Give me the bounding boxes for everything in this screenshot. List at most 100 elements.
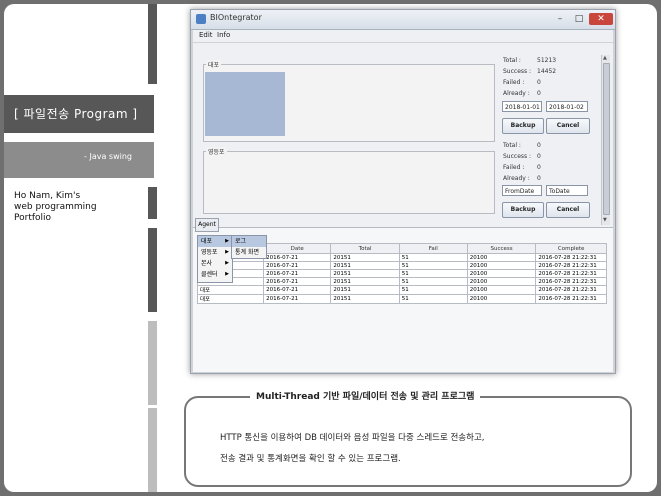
chevron-right-icon: ▶ xyxy=(225,260,229,266)
panel-yeongdeungpo-label: 영등포 xyxy=(206,147,227,156)
col-header-complete[interactable]: Complete xyxy=(535,243,607,254)
stat-already-value: 0 xyxy=(537,175,541,182)
cell-total: 20151 xyxy=(330,277,400,286)
table-row[interactable]: 대포 2016-07-21 20151 51 20100 2016-07-28 … xyxy=(196,294,607,304)
author-line: Portfolio xyxy=(14,213,52,223)
backup-button[interactable]: Backup xyxy=(502,202,544,218)
context-menu-item[interactable]: 클센터 ▶ xyxy=(198,269,232,280)
vertical-scrollbar[interactable]: ▲ ▼ xyxy=(601,55,610,225)
cell-date: 2016-07-21 xyxy=(263,253,332,262)
context-menu-label: 영등포 xyxy=(201,249,218,256)
decor-bar-top xyxy=(148,4,157,84)
stat-failed-label: Failed : xyxy=(503,164,525,171)
stat-failed-value: 0 xyxy=(537,164,541,171)
stat-already-value: 0 xyxy=(537,90,541,97)
stat-total-value: 51213 xyxy=(537,57,557,64)
description-body: HTTP 통신을 이용하여 DB 데이터와 음성 파일을 다중 스레드로 전송하… xyxy=(220,428,610,470)
menu-edit[interactable]: Edit xyxy=(199,31,213,39)
cell-fail: 51 xyxy=(398,261,468,270)
main-content: 대포 Total : 51213 Success : 14452 Failed … xyxy=(193,43,613,372)
cell-success: 20100 xyxy=(466,285,537,295)
minimize-button[interactable]: – xyxy=(551,13,569,25)
slide-title: [ 파일전송 Program ] xyxy=(4,95,154,133)
stat-already-label: Already : xyxy=(503,90,530,97)
backup-button[interactable]: Backup xyxy=(502,118,544,134)
cell-success: 20100 xyxy=(466,277,537,286)
author-line: Ho Nam, Kim's xyxy=(14,191,81,201)
agent-tab[interactable]: Agent xyxy=(195,218,219,232)
submenu-item-stats[interactable]: 통계 화면 xyxy=(232,247,266,258)
context-menu-item[interactable]: 대포 ▶ xyxy=(198,236,232,247)
cell-total: 20151 xyxy=(330,285,400,295)
context-menu-item[interactable]: 영등포 ▶ xyxy=(198,247,232,258)
stat-failed-label: Failed : xyxy=(503,79,525,86)
description-line: 전송 결과 및 통계화면을 확인 할 수 있는 프로그램. xyxy=(220,454,401,464)
close-button[interactable]: ✕ xyxy=(589,13,613,25)
cell-name: 대포 xyxy=(196,285,265,295)
scrollbar-thumb[interactable] xyxy=(603,63,610,215)
from-date-field[interactable]: FromDate xyxy=(502,185,542,196)
col-header-success[interactable]: Success xyxy=(466,243,537,254)
to-date-field[interactable]: 2018-01-02 xyxy=(546,101,588,112)
context-menu-item[interactable]: 본사 ▶ xyxy=(198,258,232,269)
slide-subtitle: - Java swing xyxy=(4,142,154,178)
submenu-item-log[interactable]: 로그 xyxy=(232,236,266,247)
decor-bar-mid xyxy=(148,187,157,219)
chevron-right-icon: ▶ xyxy=(225,238,229,244)
cancel-button[interactable]: Cancel xyxy=(546,118,590,134)
cell-fail: 51 xyxy=(398,269,468,278)
cell-complete: 2016-07-28 21:22:31 xyxy=(535,253,607,262)
col-header-fail[interactable]: Fail xyxy=(398,243,468,254)
stat-total-label: Total : xyxy=(503,57,521,64)
cell-date: 2016-07-21 xyxy=(263,277,332,286)
description-line: HTTP 통신을 이용하여 DB 데이터와 음성 파일을 다중 스레드로 전송하… xyxy=(220,433,485,443)
cell-date: 2016-07-21 xyxy=(263,269,332,278)
context-menu-label: 클센터 xyxy=(201,271,218,278)
scroll-down-icon[interactable]: ▼ xyxy=(603,217,607,223)
cell-complete: 2016-07-28 21:22:31 xyxy=(535,277,607,286)
table-row[interactable]: 대포 2016-07-21 20151 51 20100 2016-07-28 … xyxy=(196,285,607,295)
panel-daepo xyxy=(203,64,495,142)
stat-success-value: 14452 xyxy=(537,68,557,75)
scroll-up-icon[interactable]: ▲ xyxy=(603,55,607,61)
cell-total: 20151 xyxy=(330,253,400,262)
table-row[interactable]: 2016-07-21 20151 51 20100 2016-07-28 21:… xyxy=(196,261,607,270)
cell-success: 20100 xyxy=(466,294,537,304)
panel-yeongdeungpo xyxy=(203,151,495,214)
col-header-date[interactable]: Date xyxy=(263,243,332,254)
stat-already-label: Already : xyxy=(503,175,530,182)
cell-name: 대포 xyxy=(196,294,265,304)
stat-success-label: Success : xyxy=(503,68,532,75)
panel-daepo-label: 대포 xyxy=(206,60,222,69)
stat-success-label: Success : xyxy=(503,153,532,160)
stat-success-value: 0 xyxy=(537,153,541,160)
cell-fail: 51 xyxy=(398,253,468,262)
title-bar: BIOntegrator – □ ✕ xyxy=(191,10,615,30)
cell-success: 20100 xyxy=(466,253,537,262)
description-heading: Multi-Thread 기반 파일/데이터 전송 및 관리 프로그램 xyxy=(250,389,481,402)
app-title: BIOntegrator xyxy=(210,13,262,22)
cell-fail: 51 xyxy=(398,294,468,304)
from-date-field[interactable]: 2018-01-01 xyxy=(502,101,542,112)
maximize-button[interactable]: □ xyxy=(570,13,588,25)
cell-total: 20151 xyxy=(330,269,400,278)
cell-date: 2016-07-21 xyxy=(263,285,332,295)
table-row[interactable]: 2016-07-21 20151 51 20100 2016-07-28 21:… xyxy=(196,269,607,278)
cell-date: 2016-07-21 xyxy=(263,294,332,304)
cell-complete: 2016-07-28 21:22:31 xyxy=(535,261,607,270)
menu-bar: Edit Info xyxy=(193,30,613,42)
to-date-field[interactable]: ToDate xyxy=(546,185,588,196)
cell-date: 2016-07-21 xyxy=(263,261,332,270)
author-text: Ho Nam, Kim's web programming Portfolio xyxy=(14,191,97,224)
chevron-right-icon: ▶ xyxy=(225,271,229,277)
decor-bar-gray-1 xyxy=(148,321,157,405)
cancel-button[interactable]: Cancel xyxy=(546,202,590,218)
decor-bar-gray-2 xyxy=(148,408,157,492)
cell-success: 20100 xyxy=(466,269,537,278)
col-header-total[interactable]: Total xyxy=(330,243,400,254)
menu-info[interactable]: Info xyxy=(217,31,230,39)
app-window: BIOntegrator – □ ✕ Edit Info 대포 Total : … xyxy=(190,9,616,374)
stat-total-value: 0 xyxy=(537,142,541,149)
table-row[interactable]: 2016-07-21 20151 51 20100 2016-07-28 21:… xyxy=(196,277,607,286)
decor-bar-lower xyxy=(148,228,157,312)
